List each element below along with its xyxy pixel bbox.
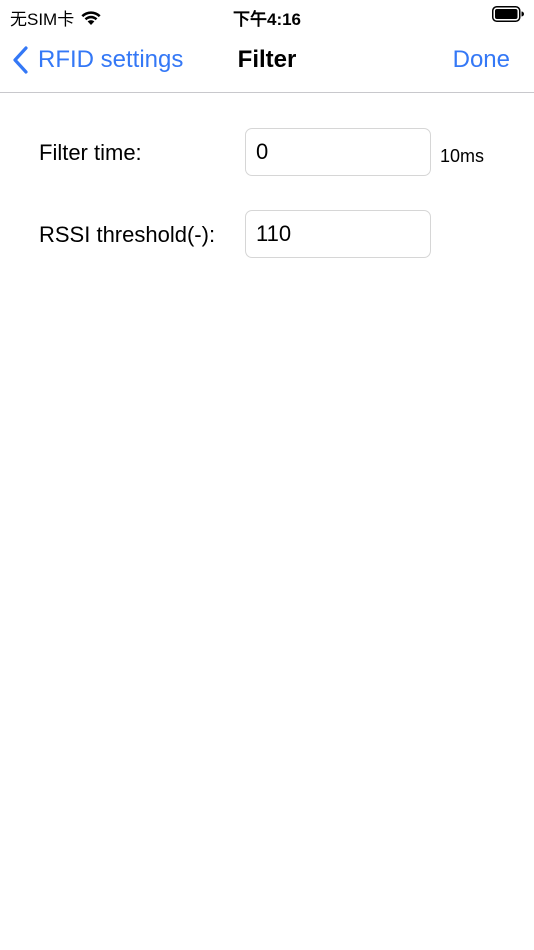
filter-time-label: Filter time: <box>39 140 142 165</box>
status-bar: 无SIM卡 下午4:16 <box>0 0 534 30</box>
status-time: 下午4:16 <box>232 10 302 29</box>
done-button[interactable]: Done <box>453 46 510 74</box>
rssi-threshold-label: RSSI threshold(-): <box>39 222 216 247</box>
filter-time-row: Filter time: 10ms <box>0 128 534 178</box>
navigation-bar: RFID settings Filter Done <box>0 30 534 93</box>
rssi-threshold-row: RSSI threshold(-): <box>0 210 534 260</box>
rssi-threshold-input[interactable] <box>245 210 431 258</box>
battery-icon <box>492 6 524 22</box>
filter-time-unit: 10ms <box>440 146 485 166</box>
filter-time-input[interactable] <box>245 128 431 176</box>
